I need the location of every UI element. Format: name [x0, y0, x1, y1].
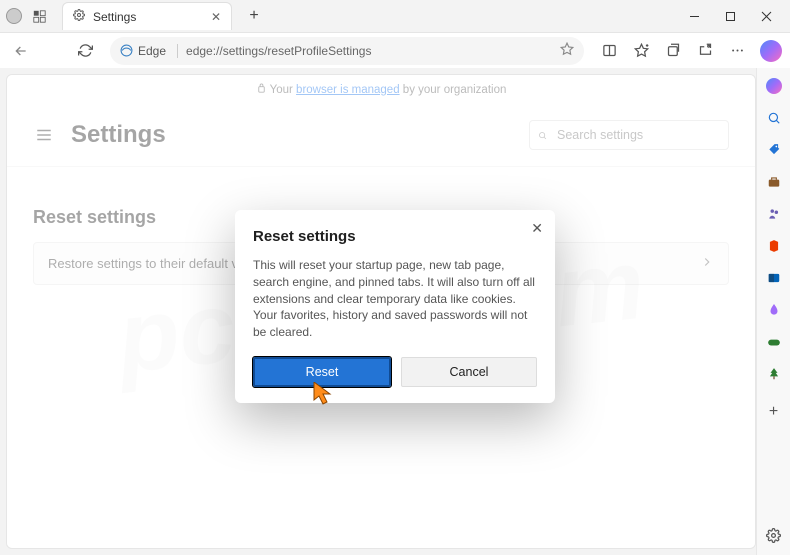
rail-tree-icon[interactable]	[764, 364, 784, 384]
dialog-body: This will reset your startup page, new t…	[253, 257, 537, 341]
tab-title: Settings	[93, 10, 136, 24]
rail-copilot-icon[interactable]	[764, 76, 784, 96]
split-screen-icon[interactable]	[596, 38, 622, 64]
site-identity[interactable]: Edge	[120, 44, 178, 58]
rail-m365-icon[interactable]	[764, 236, 784, 256]
collections-icon[interactable]	[660, 38, 686, 64]
cancel-button[interactable]: Cancel	[401, 357, 537, 387]
address-bar[interactable]: Edge edge://settings/resetProfileSetting…	[110, 37, 584, 65]
more-icon[interactable]	[724, 38, 750, 64]
rail-gamepad-icon[interactable]	[764, 332, 784, 352]
titlebar-left: Settings ✕ +	[6, 2, 266, 30]
window-controls	[676, 2, 784, 30]
maximize-button[interactable]	[712, 2, 748, 30]
rail-add-button[interactable]: +	[764, 402, 784, 422]
rail-drop-icon[interactable]	[764, 300, 784, 320]
rail-outlook-icon[interactable]	[764, 268, 784, 288]
profile-avatar[interactable]	[6, 8, 22, 24]
reset-dialog: ✕ Reset settings This will reset your st…	[235, 210, 555, 403]
rail-settings-icon[interactable]	[764, 525, 784, 545]
favorite-star-icon[interactable]	[560, 42, 574, 59]
toolbar: Edge edge://settings/resetProfileSetting…	[0, 32, 790, 68]
url-text: edge://settings/resetProfileSettings	[186, 44, 371, 58]
site-identity-label: Edge	[138, 44, 166, 58]
tab-close-icon[interactable]: ✕	[211, 10, 221, 24]
tab-actions-icon[interactable]	[28, 5, 50, 27]
rail-search-icon[interactable]	[764, 108, 784, 128]
back-button[interactable]	[8, 38, 34, 64]
titlebar: Settings ✕ +	[0, 0, 790, 32]
active-tab[interactable]: Settings ✕	[62, 2, 232, 30]
copilot-icon[interactable]	[760, 40, 782, 62]
dialog-title: Reset settings	[253, 228, 537, 245]
gear-icon	[73, 9, 85, 24]
reset-button[interactable]: Reset	[253, 357, 391, 387]
favorites-icon[interactable]	[628, 38, 654, 64]
minimize-button[interactable]	[676, 2, 712, 30]
refresh-button[interactable]	[72, 38, 98, 64]
dialog-close-icon[interactable]: ✕	[531, 220, 543, 237]
rail-games-icon[interactable]	[764, 204, 784, 224]
rail-tools-icon[interactable]	[764, 172, 784, 192]
extensions-icon[interactable]	[692, 38, 718, 64]
side-rail: +	[756, 68, 790, 555]
rail-shopping-icon[interactable]	[764, 140, 784, 160]
forward-button	[40, 38, 66, 64]
close-window-button[interactable]	[748, 2, 784, 30]
new-tab-button[interactable]: +	[242, 4, 266, 28]
